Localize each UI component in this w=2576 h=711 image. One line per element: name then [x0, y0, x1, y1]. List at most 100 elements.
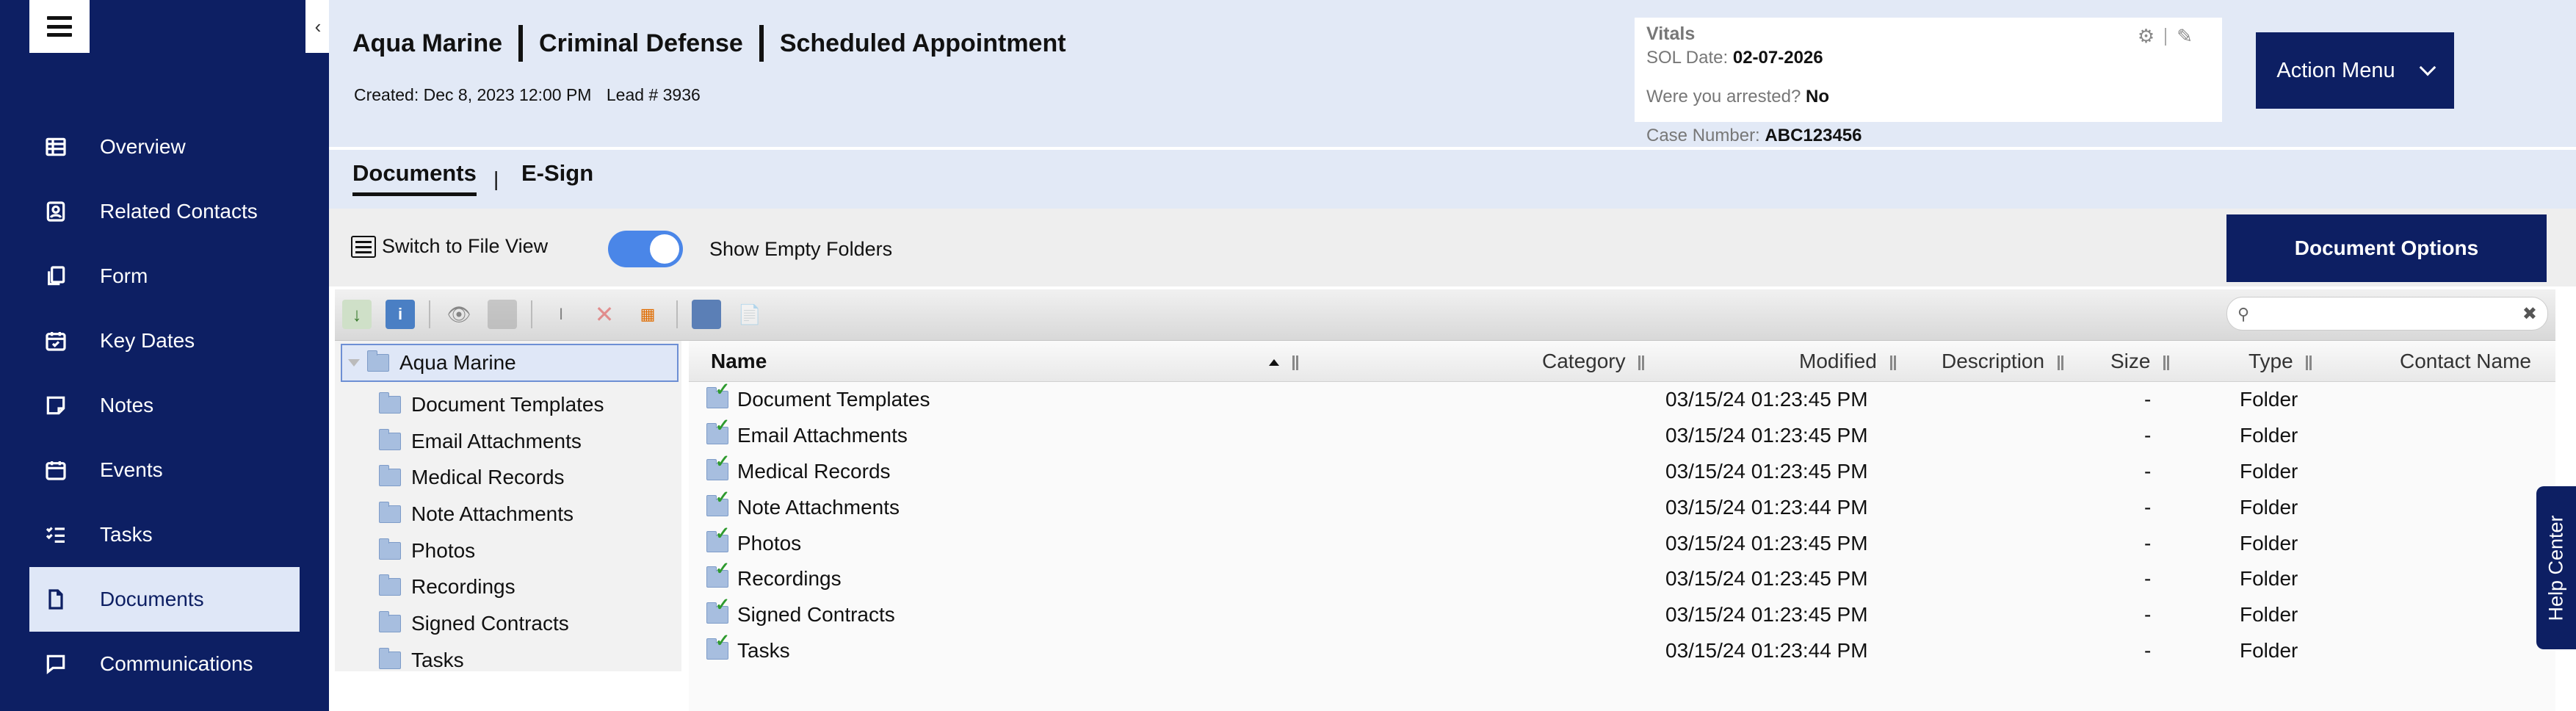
- tree-item-label: Medical Records: [411, 466, 565, 489]
- row-size: -: [2144, 531, 2152, 555]
- tab-documents[interactable]: Documents: [352, 160, 477, 196]
- column-header-modified[interactable]: Modified: [1799, 350, 1892, 373]
- help-center-button[interactable]: Help Center: [2536, 486, 2576, 649]
- table-row[interactable]: ✓ Note Attachments 03/15/24 01:23:44 PM -…: [689, 488, 2555, 526]
- column-header-size[interactable]: Size: [2110, 350, 2166, 373]
- row-type: Folder: [2240, 495, 2298, 519]
- sidebar-item-related-contacts[interactable]: Related Contacts: [29, 179, 300, 244]
- row-name-cell: ✓ Document Templates: [706, 380, 930, 411]
- save-icon[interactable]: [488, 300, 517, 329]
- info-icon[interactable]: i: [386, 300, 415, 329]
- tree-item[interactable]: Note Attachments: [379, 496, 604, 533]
- checkmark-icon: ✓: [715, 380, 731, 400]
- tree-item[interactable]: Photos: [379, 533, 604, 569]
- column-header-label: Category: [1542, 350, 1626, 372]
- row-name: Recordings: [737, 567, 842, 591]
- sidebar-item-communications[interactable]: Communications: [29, 632, 300, 696]
- form-pages-icon: [41, 261, 70, 291]
- tree-root-folder[interactable]: Aqua Marine: [341, 344, 679, 382]
- row-name: Email Attachments: [737, 423, 908, 447]
- copy-icon[interactable]: 📄: [735, 300, 764, 329]
- tree-item[interactable]: Recordings: [379, 569, 604, 605]
- file-manager-toolbar: ↓ i 👁 I ✕ ▦ 📄 ⚲ ✖: [335, 289, 2555, 341]
- columns-icon[interactable]: [692, 300, 721, 329]
- row-name: Note Attachments: [737, 495, 900, 519]
- row-name-cell: ✓ Signed Contracts: [706, 595, 895, 627]
- show-empty-folders-toggle[interactable]: [608, 231, 683, 267]
- tree-item-label: Tasks: [411, 648, 464, 671]
- collapse-sidebar-button[interactable]: ‹: [305, 0, 330, 53]
- tree-root-label: Aqua Marine: [399, 351, 516, 374]
- column-resize-handle[interactable]: [1638, 355, 1641, 370]
- tree-item[interactable]: Signed Contracts: [379, 605, 604, 642]
- clear-search-icon[interactable]: ✖: [2522, 303, 2537, 325]
- table-row[interactable]: ✓ Medical Records 03/15/24 01:23:45 PM - …: [689, 452, 2555, 490]
- row-name: Photos: [737, 531, 802, 555]
- help-center-label: Help Center: [2544, 514, 2567, 621]
- row-type: Folder: [2240, 639, 2298, 663]
- sidebar-item-notes[interactable]: Notes: [29, 373, 300, 438]
- tree-item-label: Document Templates: [411, 392, 604, 416]
- tree-item-label: Signed Contracts: [411, 611, 569, 635]
- tree-item-label: Recordings: [411, 575, 515, 599]
- sort-ascending-icon: [1268, 359, 1279, 367]
- table-row[interactable]: ✓ Email Attachments 03/15/24 01:23:45 PM …: [689, 416, 2555, 454]
- tree-item[interactable]: Medical Records: [379, 459, 604, 496]
- column-header-label: Size: [2110, 350, 2151, 372]
- tab-e-sign[interactable]: E-Sign: [521, 160, 593, 187]
- download-icon[interactable]: ↓: [342, 300, 372, 329]
- column-header-category[interactable]: Category: [1542, 350, 1641, 373]
- column-resize-handle[interactable]: [2306, 355, 2309, 370]
- tree-item-label: Photos: [411, 538, 476, 562]
- column-header-description[interactable]: Description: [1942, 350, 2060, 373]
- row-type: Folder: [2240, 567, 2298, 591]
- column-resize-handle[interactable]: [1889, 355, 1892, 370]
- hamburger-menu-button[interactable]: [29, 0, 90, 53]
- folder-icon: [379, 428, 401, 450]
- column-header-label: Name: [711, 350, 767, 372]
- row-size: -: [2144, 603, 2152, 627]
- row-modified: 03/15/24 01:23:45 PM: [1665, 459, 1868, 483]
- toolbar-divider: [429, 300, 430, 328]
- table-row[interactable]: ✓ Recordings 03/15/24 01:23:45 PM - Folde…: [689, 559, 2555, 597]
- column-header-contact-name[interactable]: Contact Name: [2400, 350, 2531, 373]
- note-icon: [41, 391, 70, 420]
- table-row[interactable]: ✓ Signed Contracts 03/15/24 01:23:45 PM -…: [689, 595, 2555, 633]
- sidebar-item-key-dates[interactable]: Key Dates: [29, 308, 300, 373]
- sidebar-nav: Overview Related Contacts Form Key Dates…: [29, 115, 300, 696]
- grid-view-icon[interactable]: ▦: [633, 300, 662, 329]
- sidebar-item-events[interactable]: Events: [29, 438, 300, 502]
- row-type: Folder: [2240, 603, 2298, 627]
- sidebar: ‹ Overview Related Contacts Form Key Dat…: [0, 0, 330, 711]
- table-row[interactable]: ✓ Tasks 03/15/24 01:23:44 PM - Folder: [689, 631, 2555, 669]
- folder-icon: [379, 538, 401, 560]
- column-resize-handle[interactable]: [2163, 355, 2166, 370]
- checklist-icon: [41, 520, 70, 549]
- column-header-type[interactable]: Type: [2248, 350, 2309, 373]
- column-header-name[interactable]: Name: [711, 350, 1295, 373]
- app-root: ‹ Overview Related Contacts Form Key Dat…: [0, 0, 2576, 711]
- expand-arrow-icon[interactable]: [348, 359, 360, 367]
- tree-item[interactable]: Tasks: [379, 642, 604, 679]
- column-resize-handle[interactable]: [1292, 355, 1295, 370]
- hamburger-icon: [47, 16, 72, 37]
- delete-icon[interactable]: ✕: [590, 300, 619, 329]
- gear-icon[interactable]: ⚙: [2138, 25, 2154, 48]
- search-input[interactable]: ⚲ ✖: [2226, 297, 2548, 331]
- pencil-icon[interactable]: ✎: [2177, 25, 2193, 48]
- switch-to-file-view-button[interactable]: Switch to File View: [351, 235, 548, 258]
- table-row[interactable]: ✓ Document Templates 03/15/24 01:23:45 PM…: [689, 380, 2555, 418]
- sidebar-item-form[interactable]: Form: [29, 244, 300, 308]
- sidebar-item-tasks[interactable]: Tasks: [29, 502, 300, 567]
- document-options-button[interactable]: Document Options: [2226, 214, 2547, 282]
- action-menu-button[interactable]: Action Menu: [2256, 32, 2454, 109]
- sidebar-item-overview[interactable]: Overview: [29, 115, 300, 179]
- sidebar-item-documents[interactable]: Documents: [29, 567, 300, 632]
- column-resize-handle[interactable]: [2057, 355, 2060, 370]
- preview-eye-icon[interactable]: 👁: [444, 300, 474, 329]
- tree-item[interactable]: Document Templates: [379, 386, 604, 423]
- rename-icon[interactable]: I: [546, 300, 576, 329]
- tree-item[interactable]: Email Attachments: [379, 423, 604, 460]
- table-row[interactable]: ✓ Photos 03/15/24 01:23:45 PM - Folder: [689, 524, 2555, 562]
- toolbar-divider: [676, 300, 678, 328]
